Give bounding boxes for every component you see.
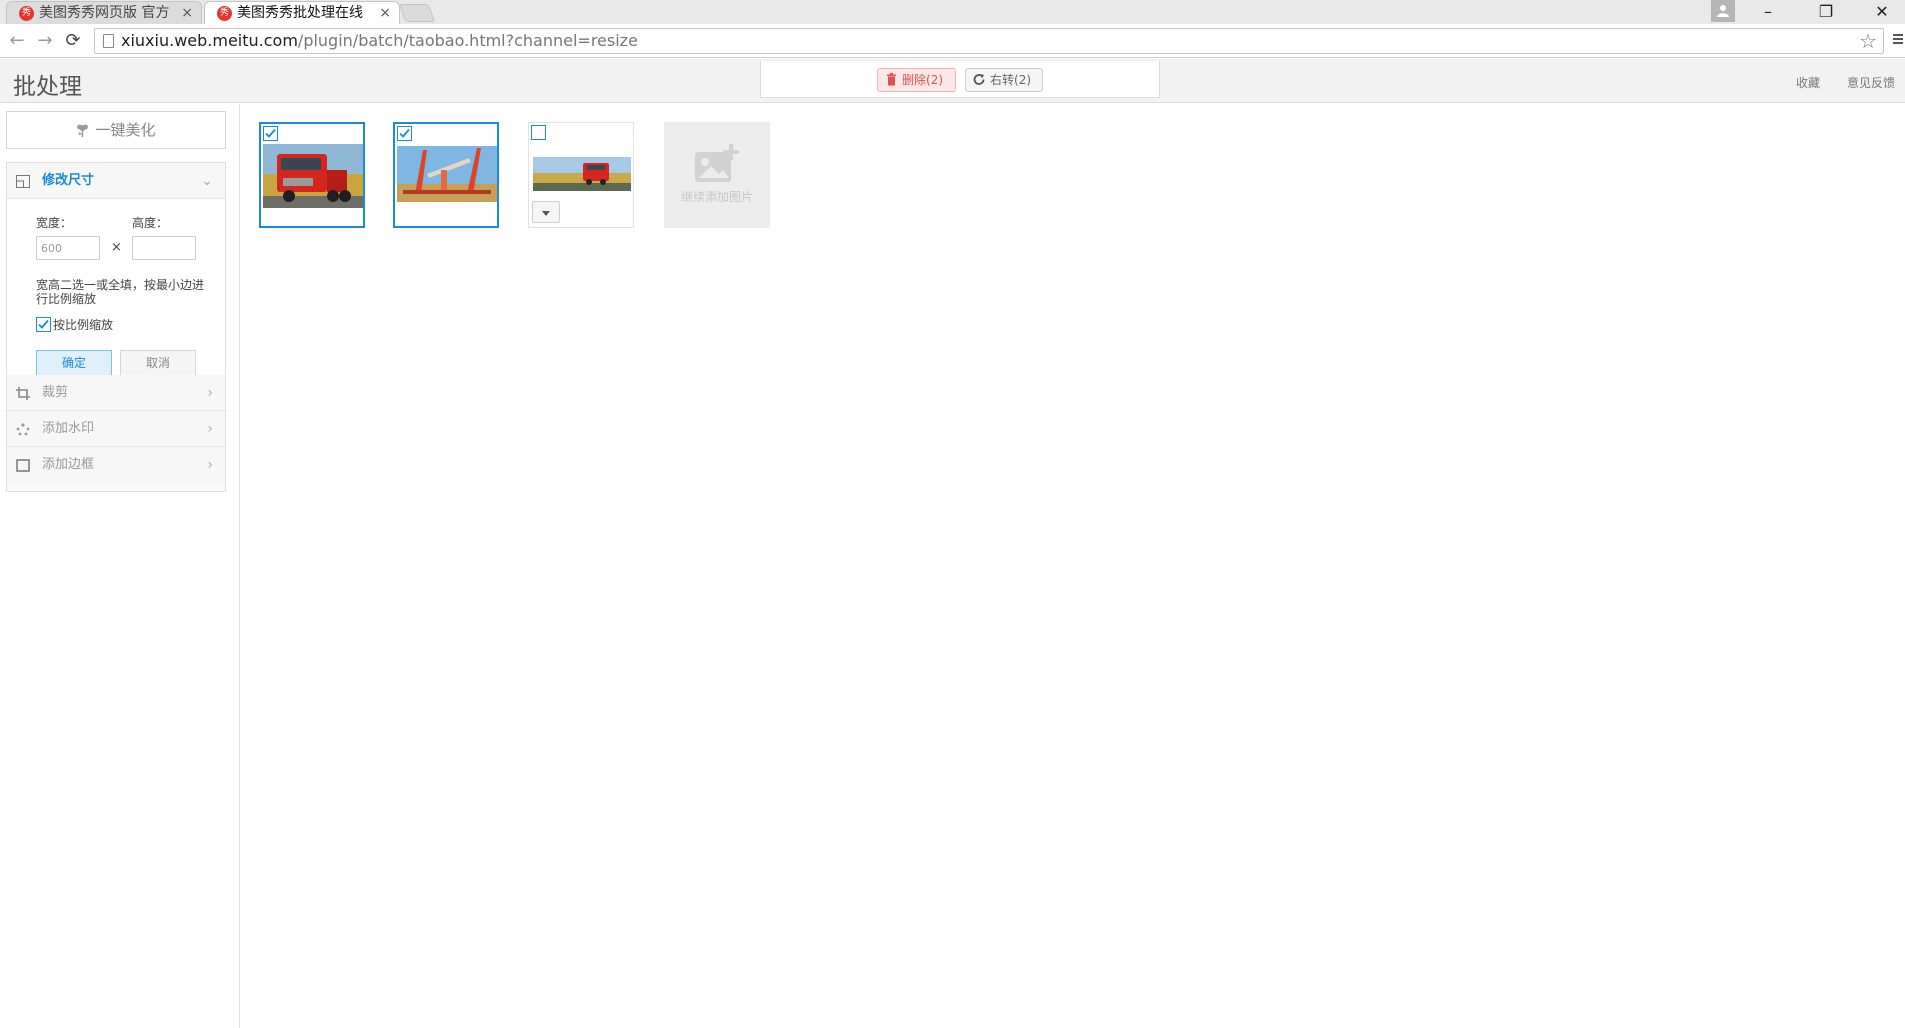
border-section-header[interactable]: 添加边框 › — [7, 447, 225, 483]
beautify-label: 一键美化 — [95, 121, 156, 139]
minimize-button[interactable]: – — [1745, 0, 1791, 24]
browser-tab-2[interactable]: 秀 美图秀秀批处理在线 × — [204, 1, 400, 24]
border-label: 添加边框 — [42, 457, 95, 472]
height-input[interactable] — [132, 236, 196, 260]
tab-close-icon[interactable]: × — [181, 2, 193, 24]
image-thumb-2[interactable] — [393, 122, 499, 228]
browser-tab-1[interactable]: 秀 美图秀秀网页版 官方 × — [6, 1, 202, 24]
back-arrow-icon[interactable]: ← — [6, 30, 28, 52]
address-bar-row: ← → ⟳ xiuxiu.web.meitu.com/plugin/batch/… — [0, 24, 1905, 58]
delete-label: 删除 — [902, 73, 927, 87]
width-input[interactable] — [36, 236, 100, 260]
delete-button[interactable]: 删除(2) — [877, 68, 956, 92]
forward-arrow-icon[interactable]: → — [34, 30, 56, 52]
cancel-button[interactable]: 取消 — [120, 350, 196, 376]
resize-icon — [16, 175, 30, 188]
batch-toolbar: 删除(2) 右转(2) — [760, 61, 1160, 98]
resize-form: 宽度： 高度： × 宽高二选一或全填，按最小边进行比例缩放 按比例缩放 确定 取… — [7, 200, 225, 376]
rotate-count: (2) — [1014, 73, 1032, 87]
new-tab-button[interactable] — [398, 4, 436, 22]
feedback-link[interactable]: 意见反馈 — [1847, 74, 1895, 91]
chevron-right-icon: › — [207, 421, 213, 437]
url-field[interactable]: xiuxiu.web.meitu.com/plugin/batch/taobao… — [94, 28, 1884, 54]
url-host: xiuxiu.web.meitu.com — [121, 31, 298, 50]
one-click-beautify-button[interactable]: 一键美化 — [6, 111, 226, 149]
url-path: /plugin/batch/taobao.html?channel=resize — [297, 31, 638, 50]
image-thumb-1[interactable] — [259, 122, 365, 228]
chevron-right-icon: › — [207, 385, 213, 401]
border-icon — [16, 459, 30, 472]
times-sign: × — [111, 240, 122, 255]
delete-count: (2) — [926, 73, 944, 87]
tab-title: 美图秀秀批处理在线 — [237, 5, 363, 21]
favorite-link[interactable]: 收藏 — [1796, 74, 1820, 91]
add-more-images-label: 继续添加图片 — [680, 190, 753, 204]
restore-button[interactable]: ❐ — [1803, 0, 1849, 24]
chevron-right-icon: › — [207, 457, 213, 473]
crop-section-header[interactable]: 裁剪 › — [7, 375, 225, 411]
crop-icon — [16, 387, 30, 400]
keep-ratio-checkbox[interactable] — [36, 317, 51, 332]
height-label: 高度： — [132, 216, 169, 230]
trash-icon — [887, 73, 896, 86]
keep-ratio-label: 按比例缩放 — [53, 318, 114, 332]
rotate-label: 右转 — [990, 73, 1015, 87]
thumb-checkbox[interactable] — [263, 126, 278, 141]
crop-label: 裁剪 — [42, 385, 69, 400]
app-header: 批处理 删除(2) 右转(2) 收藏 意见反馈 — [0, 59, 1905, 103]
red-truck-photo — [263, 144, 363, 208]
user-profile-icon[interactable] — [1711, 0, 1735, 22]
tools-panel: 修改尺寸 ⌄ 宽度： 高度： × 宽高二选一或全填，按最小边进行比例缩放 按比例… — [6, 162, 226, 492]
bookmark-star-icon[interactable]: ☆ — [1859, 29, 1877, 53]
watermark-label: 添加水印 — [42, 421, 95, 436]
browser-menu-icon[interactable] — [1893, 34, 1903, 46]
thumb-checkbox[interactable] — [531, 125, 546, 140]
keep-ratio-row: 按比例缩放 — [36, 316, 113, 333]
rotate-right-icon — [973, 74, 985, 85]
tab-close-icon[interactable]: × — [379, 2, 391, 24]
meitu-favicon-icon: 秀 — [217, 6, 232, 21]
crane-photo — [397, 146, 497, 202]
thumb-checkbox[interactable] — [397, 126, 412, 141]
width-label: 宽度： — [36, 216, 73, 230]
resize-section-label: 修改尺寸 — [42, 173, 95, 188]
truck-landscape-photo — [533, 157, 631, 191]
meitu-favicon-icon: 秀 — [19, 6, 34, 21]
page-title: 批处理 — [13, 74, 82, 100]
resize-hint: 宽高二选一或全填，按最小边进行比例缩放 — [36, 278, 205, 306]
confirm-button[interactable]: 确定 — [36, 350, 112, 376]
browser-tab-bar: 秀 美图秀秀网页版 官方 × 秀 美图秀秀批处理在线 × – ❐ ✕ — [0, 0, 1905, 24]
resize-section-header[interactable]: 修改尺寸 ⌄ — [7, 163, 225, 199]
url-text: xiuxiu.web.meitu.com/plugin/batch/taobao… — [121, 29, 638, 53]
close-window-button[interactable]: ✕ — [1859, 0, 1905, 24]
image-thumb-3[interactable] — [528, 122, 634, 228]
add-more-images-button[interactable]: 继续添加图片 — [664, 122, 770, 228]
page-icon — [103, 34, 114, 48]
flower-icon — [77, 124, 89, 137]
reload-icon[interactable]: ⟳ — [62, 30, 84, 52]
tab-title: 美图秀秀网页版 官方 — [39, 5, 170, 21]
chevron-down-icon: ⌄ — [201, 173, 213, 189]
watermark-icon — [16, 423, 30, 436]
sidebar: 一键美化 修改尺寸 ⌄ 宽度： 高度： × 宽高二选一或全填，按最小边进行比例缩… — [0, 104, 240, 1028]
add-image-icon — [695, 144, 739, 182]
image-options-dropdown[interactable] — [532, 201, 560, 223]
watermark-section-header[interactable]: 添加水印 › — [7, 411, 225, 447]
rotate-right-button[interactable]: 右转(2) — [965, 68, 1043, 92]
